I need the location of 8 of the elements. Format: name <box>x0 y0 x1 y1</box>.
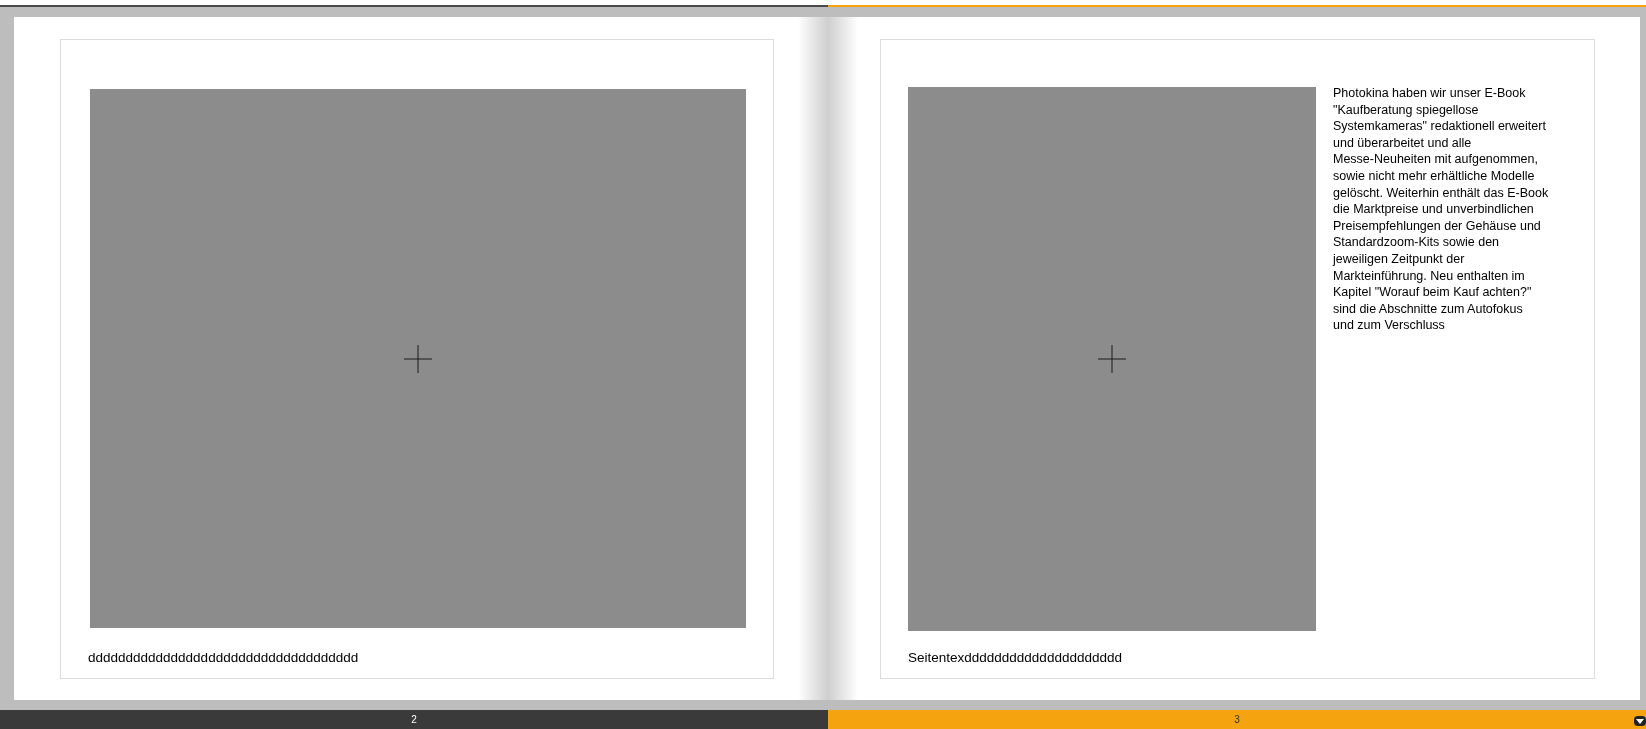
page-number-tab[interactable]: 3 <box>828 710 1646 729</box>
page-caption: dddddddddddddddddddddddddddddddddddd <box>88 648 359 667</box>
page-number-tab[interactable]: 2 <box>0 710 828 729</box>
body-text: Photokina haben wir unser E-Book "Kaufberatung spiegellose Systemkameras" redaktionell erweitert und überarbeitet und alle Messe-Neuheiten mit aufgenommen, sowie nicht mehr erhältliche Modelle gelöscht. Weiterhin enthält das E-Book die Marktpreise und unverbindlichen Preisempfehlungen der Gehäuse und Standardzoom-Kits sowie den jeweiligen Zeitpunkt der Markteinführung. Neu enthalten im Kapitel "Worauf beim Kauf achten?" sind die Abschnitte zum Autofokus und zum Verschluss <box>1333 85 1549 334</box>
crosshair-icon <box>404 344 432 373</box>
dropdown-icon[interactable] <box>1634 716 1646 726</box>
page-caption: Seitentexddddddddddddddddddddd <box>908 648 1122 667</box>
crosshair-icon <box>1098 345 1126 373</box>
